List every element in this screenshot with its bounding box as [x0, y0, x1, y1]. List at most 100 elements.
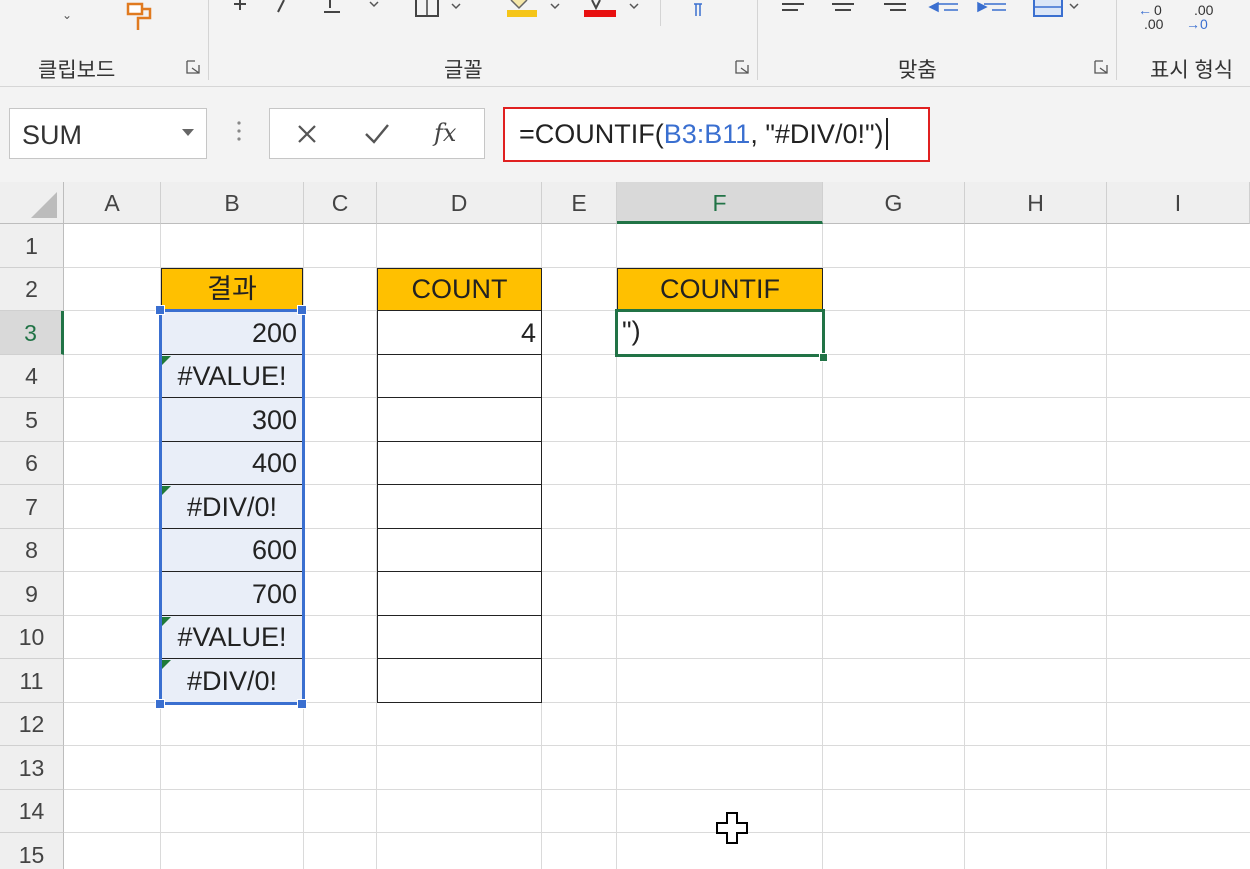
gridline [1106, 224, 1107, 869]
row-header-10[interactable]: 10 [0, 616, 64, 659]
cell-b4[interactable]: #VALUE! [161, 355, 303, 398]
cell-b2-header[interactable]: 결과 [161, 268, 303, 311]
cell-d7[interactable] [377, 485, 542, 529]
range-handle[interactable] [297, 305, 307, 315]
font-buttons-icon[interactable] [232, 0, 382, 18]
row-header-3[interactable]: 3 [0, 311, 64, 355]
error-indicator [162, 486, 171, 495]
cell-b3[interactable]: 200 [161, 311, 303, 355]
cell-b5[interactable]: 300 [161, 398, 303, 442]
format-painter-icon[interactable] [122, 0, 158, 34]
name-box[interactable]: SUM [9, 108, 207, 159]
col-header-c[interactable]: C [304, 182, 377, 224]
active-cell-f3[interactable]: ") [615, 309, 825, 357]
formula-bar-resize-handle[interactable] [237, 119, 241, 143]
cell-b9[interactable]: 700 [161, 572, 303, 616]
formula-input[interactable]: =COUNTIF(B3:B11, "#DIV/0!") [503, 107, 930, 162]
col-header-i[interactable]: I [1107, 182, 1250, 224]
cell-b8[interactable]: 600 [161, 529, 303, 572]
phonetic-icon[interactable] [690, 0, 714, 20]
cell-b10[interactable]: #VALUE! [161, 616, 303, 659]
row-header-15[interactable]: 15 [0, 833, 64, 869]
cell-d8[interactable] [377, 529, 542, 572]
col-header-h[interactable]: H [965, 182, 1107, 224]
cell-b7[interactable]: #DIV/0! [161, 485, 303, 529]
clipboard-group-label: 클립보드 [38, 59, 116, 82]
font-launcher-icon[interactable] [735, 60, 749, 74]
formula-suffix: , "#DIV/0!") [750, 119, 884, 149]
borders-icon[interactable] [414, 0, 466, 20]
row-header-11[interactable]: 11 [0, 659, 64, 703]
col-header-d[interactable]: D [377, 182, 542, 224]
cell-d9[interactable] [377, 572, 542, 616]
ribbon-separator [208, 0, 209, 80]
gridline [64, 789, 1250, 790]
gridline [303, 224, 304, 869]
insert-function-button[interactable]: fx [434, 119, 456, 147]
row-header-1[interactable]: 1 [0, 224, 64, 268]
gridline [64, 832, 1250, 833]
cell-f2-header[interactable]: COUNTIF [617, 268, 823, 311]
row-header-4[interactable]: 4 [0, 355, 64, 398]
col-header-a[interactable]: A [64, 182, 161, 224]
cell-b4-value: #VALUE! [177, 361, 287, 391]
ribbon-separator [757, 0, 758, 80]
alignment-icons[interactable] [780, 0, 1006, 18]
range-handle[interactable] [297, 699, 307, 709]
col-header-e[interactable]: E [542, 182, 617, 224]
cell-d2-header[interactable]: COUNT [377, 268, 542, 311]
cell-d5[interactable] [377, 398, 542, 442]
clipboard-launcher-icon[interactable] [186, 60, 200, 74]
text-caret [885, 117, 888, 150]
row-header-14[interactable]: 14 [0, 790, 64, 833]
active-cell-text: ") [622, 316, 641, 346]
cell-d11[interactable] [377, 659, 542, 703]
ribbon-separator [660, 0, 661, 26]
row-header-13[interactable]: 13 [0, 746, 64, 790]
ribbon: ⌄ 클립보드 글꼴 맞춤 ← 0 .00 .00 →0 표시 형식 [0, 0, 1250, 87]
formula-prefix: =COUNTIF( [519, 119, 664, 149]
formula-bar: SUM fx =COUNTIF(B3:B11, "#DIV/0!") [0, 87, 1250, 182]
merge-center-icon[interactable] [1032, 0, 1082, 20]
row-header-6[interactable]: 6 [0, 442, 64, 485]
cell-b6[interactable]: 400 [161, 442, 303, 485]
row-header-2[interactable]: 2 [0, 268, 64, 311]
col-header-b[interactable]: B [161, 182, 304, 224]
col-header-f[interactable]: F [617, 182, 823, 224]
enter-check-icon[interactable] [364, 122, 390, 146]
alignment-launcher-icon[interactable] [1094, 60, 1108, 74]
range-handle[interactable] [155, 699, 165, 709]
formula-buttons: fx [269, 108, 485, 159]
cell-select-cursor-icon [716, 812, 748, 844]
row-header-7[interactable]: 7 [0, 485, 64, 529]
error-indicator [162, 356, 171, 365]
cell-d10[interactable] [377, 616, 542, 659]
font-color-icon[interactable] [582, 0, 644, 20]
fill-handle[interactable] [819, 353, 828, 362]
paste-dropdown-icon[interactable]: ⌄ [62, 8, 72, 22]
row-header-8[interactable]: 8 [0, 529, 64, 572]
row-header-12[interactable]: 12 [0, 703, 64, 746]
error-indicator [162, 617, 171, 626]
fill-color-icon[interactable] [505, 0, 567, 20]
cancel-icon[interactable] [296, 123, 318, 145]
formula-range-ref: B3:B11 [663, 119, 751, 149]
increase-decimal-label: .00 [1144, 16, 1164, 32]
decrease-decimal-icon[interactable]: .00 →0 [1186, 2, 1226, 36]
row-header-5[interactable]: 5 [0, 398, 64, 442]
cell-b10-value: #VALUE! [177, 622, 287, 652]
cell-b11[interactable]: #DIV/0! [161, 659, 303, 703]
select-all-button[interactable] [0, 182, 64, 224]
font-group-label: 글꼴 [444, 59, 483, 82]
cell-d6[interactable] [377, 442, 542, 485]
increase-decimal-icon[interactable]: ← 0 .00 [1138, 2, 1178, 36]
cell-d3[interactable]: 4 [377, 311, 542, 355]
cell-d4[interactable] [377, 355, 542, 398]
name-box-dropdown-icon[interactable] [182, 129, 194, 136]
range-handle[interactable] [155, 305, 165, 315]
gridline [64, 745, 1250, 746]
col-header-g[interactable]: G [823, 182, 965, 224]
ribbon-separator [1116, 0, 1117, 80]
row-header-9[interactable]: 9 [0, 572, 64, 616]
cell-b7-value: #DIV/0! [186, 492, 278, 522]
